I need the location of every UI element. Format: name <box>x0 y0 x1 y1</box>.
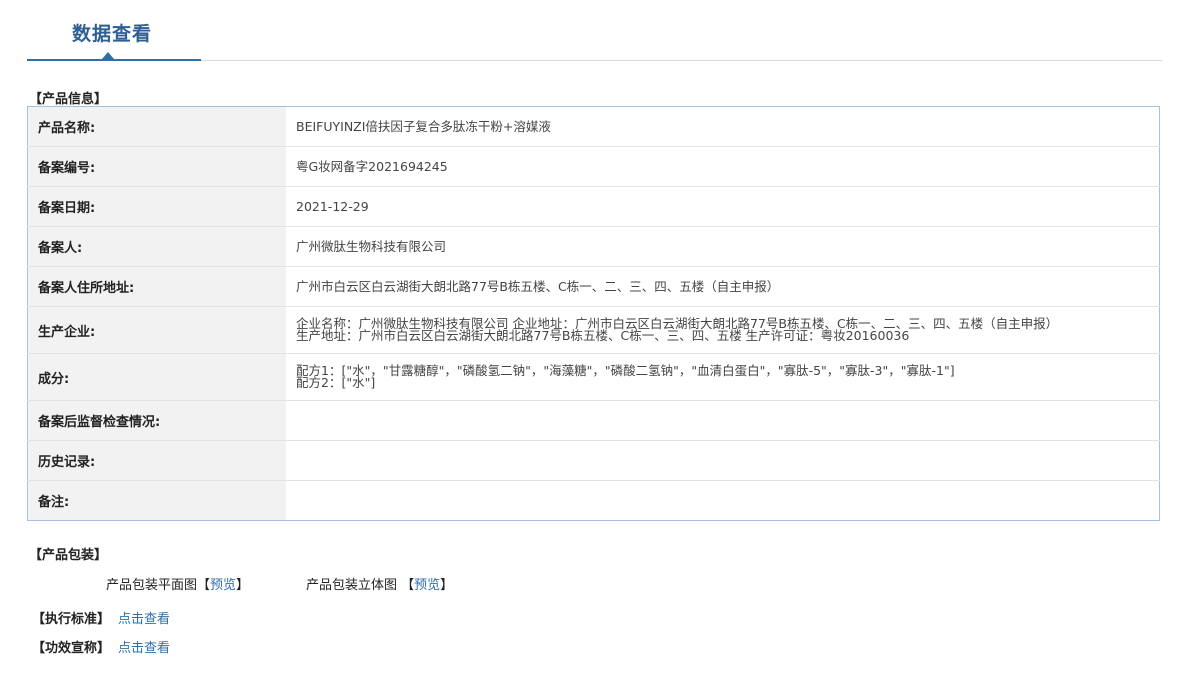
info-value-line: 广州微肽生物科技有限公司 <box>296 238 447 254</box>
info-row: 备案编号: 粤G妆网备字2021694245 <box>27 146 1160 187</box>
standard-heading: 【执行标准】 <box>32 612 111 627</box>
info-value-line: BEIFUYINZI倍扶因子复合多肽冻干粉+溶媒液 <box>296 118 551 134</box>
info-row-label: 历史记录: <box>27 440 286 481</box>
info-row-value: 广州市白云区白云湖街大朗北路77号B栋五楼、C栋一、二、三、四、五楼（自主申报） <box>286 266 1160 307</box>
active-tab-underline <box>27 59 201 61</box>
info-row-label: 备案人: <box>27 226 286 267</box>
info-row-label: 备案编号: <box>27 146 286 187</box>
info-value-line: 配方1：["水"，"甘露糖醇"，"磷酸氢二钠"，"海藻糖"，"磷酸二氢钠"，"血… <box>296 363 955 378</box>
standard-row: 【执行标准】 点击查看 <box>32 608 170 627</box>
product-info-heading: 【产品信息】 <box>29 92 108 107</box>
info-row-value: BEIFUYINZI倍扶因子复合多肽冻干粉+溶媒液 <box>286 106 1160 147</box>
info-row: 历史记录: <box>27 440 1160 481</box>
info-row-label: 产品名称: <box>27 106 286 147</box>
info-row-value: 企业名称：广州微肽生物科技有限公司 企业地址：广州市白云区白云湖街大朗北路77号… <box>286 306 1160 354</box>
tab-data-view[interactable]: 数据查看 <box>72 19 152 46</box>
info-row: 备案人住所地址: 广州市白云区白云湖街大朗北路77号B栋五楼、C栋一、二、三、四、… <box>27 266 1160 307</box>
flat-package-preview-link[interactable]: 预览 <box>210 578 236 593</box>
solid-package-preview-link[interactable]: 预览 <box>414 578 440 593</box>
info-row: 备案后监督检查情况: <box>27 400 1160 441</box>
info-row-label: 备案后监督检查情况: <box>27 400 286 441</box>
info-row: 成分: 配方1：["水"，"甘露糖醇"，"磷酸氢二钠"，"海藻糖"，"磷酸二氢钠"… <box>27 353 1160 401</box>
info-value-line: 粤G妆网备字2021694245 <box>296 158 448 174</box>
info-row: 备注: <box>27 480 1160 521</box>
flat-package-label: 产品包装平面图 <box>106 578 198 593</box>
info-row-label: 备注: <box>27 480 286 521</box>
solid-package-label: 产品包装立体图 <box>306 578 398 593</box>
efficacy-heading: 【功效宣称】 <box>32 641 111 656</box>
info-value-line: 生产地址：广州市白云区白云湖街大朗北路77号B栋五楼、C栋一、三、四、五楼 生产… <box>296 328 910 343</box>
active-tab-caret <box>102 52 114 59</box>
info-row: 备案日期: 2021-12-29 <box>27 186 1160 227</box>
info-row-label: 备案日期: <box>27 186 286 227</box>
info-row: 产品名称: BEIFUYINZI倍扶因子复合多肽冻干粉+溶媒液 <box>27 106 1160 147</box>
info-row: 生产企业: 企业名称：广州微肽生物科技有限公司 企业地址：广州市白云区白云湖街大朗… <box>27 306 1160 354</box>
standard-view-link[interactable]: 点击查看 <box>118 612 170 627</box>
info-row-value <box>286 440 1160 481</box>
info-row-label: 成分: <box>27 353 286 401</box>
info-row: 备案人: 广州微肽生物科技有限公司 <box>27 226 1160 267</box>
info-value-line: 广州市白云区白云湖街大朗北路77号B栋五楼、C栋一、二、三、四、五楼（自主申报） <box>296 278 780 294</box>
info-value-line: 2021-12-29 <box>296 198 369 214</box>
efficacy-view-link[interactable]: 点击查看 <box>118 641 170 656</box>
info-row-value <box>286 400 1160 441</box>
info-row-label: 生产企业: <box>27 306 286 354</box>
product-info-table: 产品名称: BEIFUYINZI倍扶因子复合多肽冻干粉+溶媒液 备案编号: 粤G妆网备… <box>27 106 1160 521</box>
tab-divider <box>201 60 1162 61</box>
info-row-value: 粤G妆网备字2021694245 <box>286 146 1160 187</box>
packaging-heading: 【产品包装】 <box>29 548 108 563</box>
efficacy-row: 【功效宣称】 点击查看 <box>32 637 170 656</box>
info-row-value <box>286 481 1160 521</box>
info-row-value: 广州微肽生物科技有限公司 <box>286 226 1160 267</box>
info-value-line: 配方2：["水"] <box>296 375 376 390</box>
info-row-label: 备案人住所地址: <box>27 266 286 307</box>
info-row-value: 2021-12-29 <box>286 186 1160 227</box>
flat-package-item: 产品包装平面图【预览】 <box>106 578 250 593</box>
info-row-value: 配方1：["水"，"甘露糖醇"，"磷酸氢二钠"，"海藻糖"，"磷酸二氢钠"，"血… <box>286 353 1160 401</box>
solid-package-item: 产品包装立体图 【预览】 <box>306 578 454 593</box>
